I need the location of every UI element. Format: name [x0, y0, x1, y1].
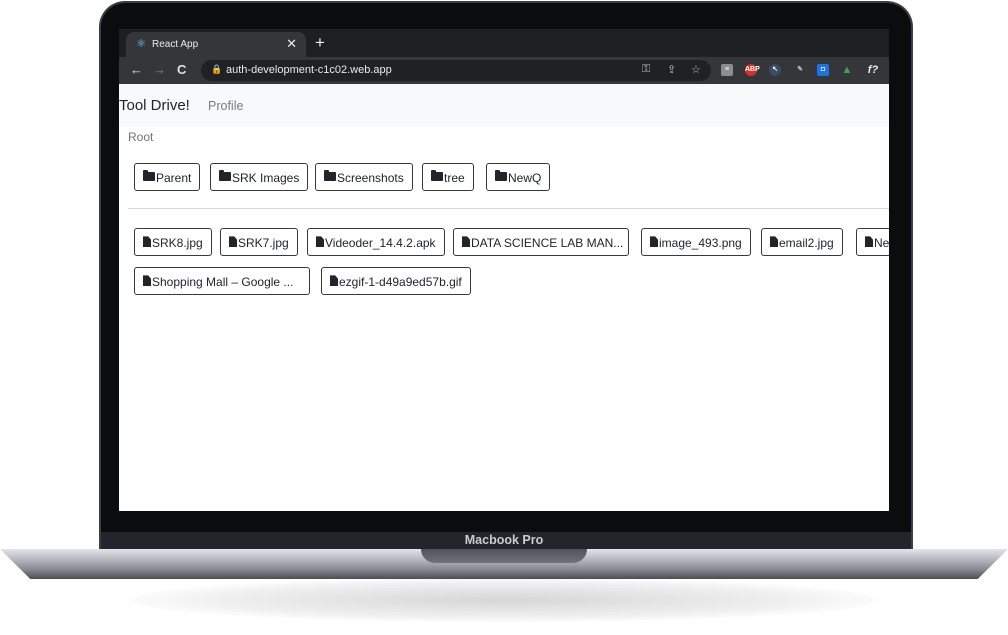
file-icon: [770, 236, 778, 248]
folder-button[interactable]: NewQ: [486, 163, 551, 191]
folder-button[interactable]: Parent: [134, 163, 201, 191]
laptop-brand-label: Macbook Pro: [464, 533, 544, 547]
browser-toolbar: ← → C 🔒 auth-development-c1c02.web.app ⚿…: [119, 57, 889, 84]
eyedropper-icon[interactable]: ✎: [794, 64, 806, 76]
file-button[interactable]: SRK7.jpg: [220, 228, 298, 256]
reload-button[interactable]: C: [177, 61, 186, 79]
lock-icon: 🔒: [211, 64, 223, 74]
file-button[interactable]: Shopping Mall – Google ...: [134, 267, 310, 295]
close-tab-icon[interactable]: ✕: [286, 36, 297, 52]
file-button[interactable]: image_493.png: [641, 228, 751, 256]
key-icon[interactable]: ⚿: [642, 63, 650, 76]
extension-icon[interactable]: ≡: [721, 64, 733, 76]
screen-capture-icon[interactable]: ◘: [817, 64, 829, 76]
screen: ⚛ React App ✕ + ← → C 🔒 auth-development…: [119, 29, 889, 511]
file-icon: [650, 236, 658, 248]
file-icon: [229, 236, 237, 248]
file-button[interactable]: email2.jpg: [761, 228, 843, 256]
folder-button[interactable]: tree: [422, 163, 474, 191]
breadcrumb-root[interactable]: Root: [128, 130, 153, 144]
folder-button[interactable]: SRK Images: [210, 163, 309, 191]
file-button[interactable]: DATA SCIENCE LAB MAN...: [453, 228, 629, 256]
folder-icon: [495, 170, 507, 182]
folder-icon: [219, 170, 231, 182]
file-icon: [330, 275, 338, 287]
folder-icon: [324, 170, 336, 182]
file-icon: [143, 236, 151, 248]
file-button[interactable]: Videoder_14.4.2.apk: [307, 228, 445, 256]
tab-title: React App: [152, 39, 199, 50]
folder-icon: [143, 170, 155, 182]
nav-profile-link[interactable]: Profile: [208, 99, 243, 113]
share-icon[interactable]: ⇪: [667, 63, 676, 76]
star-icon[interactable]: ☆: [691, 63, 701, 76]
folder-icon: [431, 170, 443, 182]
browser-tab-strip: ⚛ React App ✕ +: [119, 29, 889, 57]
url-text: auth-development-c1c02.web.app: [226, 64, 392, 76]
forward-button[interactable]: →: [153, 61, 166, 79]
folder-button[interactable]: Screenshots: [315, 163, 413, 191]
react-icon: ⚛: [136, 38, 146, 50]
google-drive-icon[interactable]: ▲: [841, 64, 853, 76]
file-icon: [143, 275, 151, 287]
new-tab-button[interactable]: +: [315, 33, 325, 53]
back-button[interactable]: ←: [130, 61, 143, 79]
divider: [128, 208, 889, 209]
cursor-extension-icon[interactable]: ↖: [769, 64, 781, 76]
file-button[interactable]: Ne: [856, 228, 889, 256]
file-button[interactable]: ezgif-1-d49a9ed57b.gif: [321, 267, 471, 295]
adblock-icon[interactable]: ABP: [745, 64, 760, 76]
file-button[interactable]: SRK8.jpg: [134, 228, 212, 256]
formula-extension-icon[interactable]: f?: [864, 64, 882, 76]
file-icon: [316, 236, 324, 248]
file-icon: [462, 236, 470, 248]
laptop-notch: [421, 549, 587, 563]
laptop-shadow: [130, 578, 878, 622]
app-navbar: Tool Drive! Profile: [119, 84, 889, 127]
file-icon: [865, 236, 873, 248]
app-brand[interactable]: Tool Drive!: [119, 97, 190, 114]
address-bar[interactable]: 🔒 auth-development-c1c02.web.app ⚿ ⇪ ☆: [201, 60, 711, 81]
browser-tab[interactable]: ⚛ React App ✕: [126, 32, 306, 57]
